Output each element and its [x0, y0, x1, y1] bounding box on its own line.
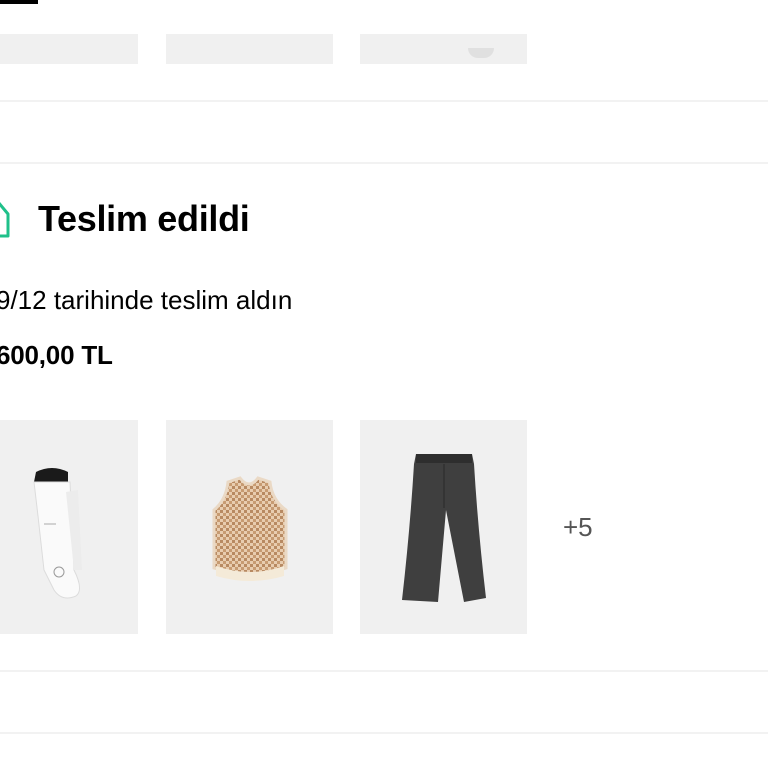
trousers-image [402, 454, 486, 602]
product-thumbnail-trousers[interactable] [360, 420, 527, 634]
order-status-title: Teslim edildi [38, 198, 250, 239]
section-divider-bottom [0, 670, 768, 672]
section-divider-top [0, 100, 768, 102]
product-thumbnail-prev-1[interactable] [0, 34, 138, 64]
section-divider [0, 162, 768, 164]
product-thumbnail-prev-3[interactable] [360, 34, 527, 64]
product-thumbnail-vest[interactable] [166, 420, 333, 634]
socks-image [33, 468, 82, 599]
knit-vest-image [212, 476, 288, 581]
more-items-count[interactable]: +5 [563, 510, 593, 544]
order-total-price: 600,00 TL [0, 340, 113, 370]
tab-indicator [0, 0, 38, 4]
product-thumbnail-socks[interactable] [0, 420, 138, 634]
package-delivered-icon [0, 202, 10, 238]
product-thumbnail-prev-2[interactable] [166, 34, 333, 64]
section-divider-end [0, 732, 768, 734]
delivery-date-text: 9/12 tarihinde teslim aldın [0, 285, 293, 315]
